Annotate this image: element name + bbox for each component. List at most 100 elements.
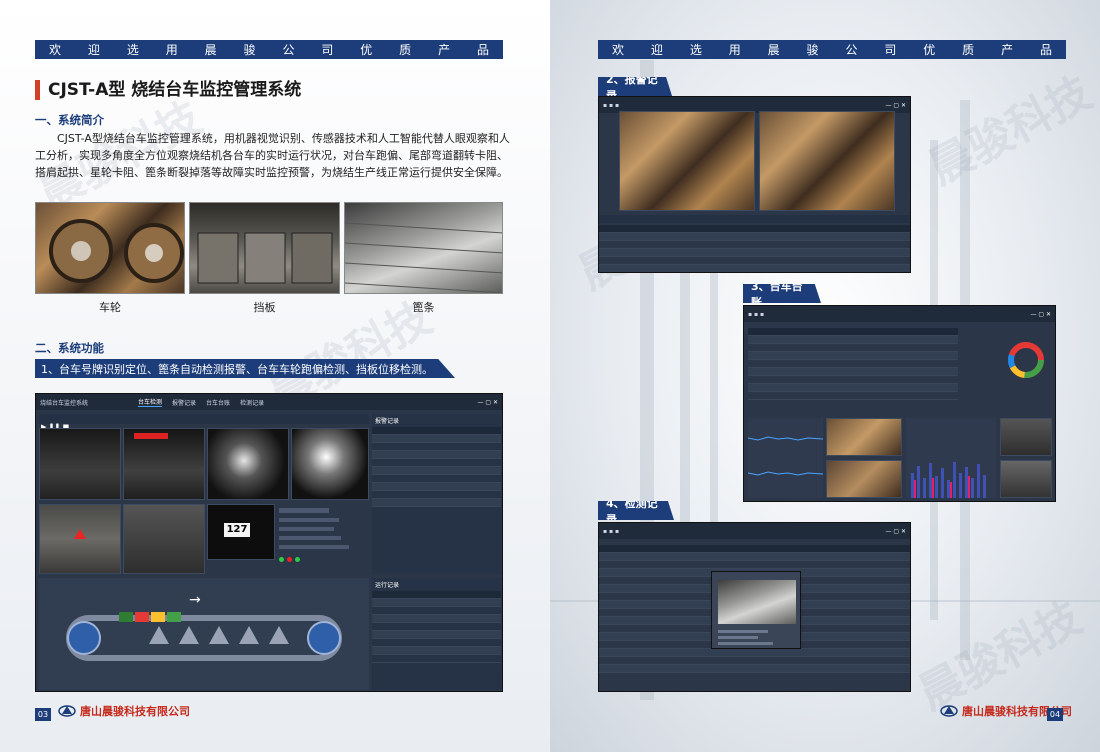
table-row[interactable] bbox=[372, 639, 501, 647]
camera-feed[interactable] bbox=[207, 428, 289, 500]
table-row[interactable] bbox=[748, 376, 958, 384]
app-title: 烧结台车监控系统 bbox=[40, 399, 89, 407]
function-bar: 1、台车号牌识别定位、篦条自动检测报警、台车车轮跑偏检测、挡板位移检测。 bbox=[35, 359, 455, 378]
logo-icon bbox=[940, 705, 958, 717]
camera-feed[interactable] bbox=[123, 428, 205, 500]
table-row[interactable] bbox=[372, 607, 501, 615]
ledger-image[interactable] bbox=[826, 418, 902, 456]
table-row[interactable] bbox=[599, 249, 910, 257]
alarm-image-left[interactable] bbox=[619, 111, 755, 211]
table-row[interactable] bbox=[748, 392, 958, 400]
section-heading-intro: 一、系统简介 bbox=[35, 113, 104, 127]
right-page: 晨骏科技 晨骏科技 晨骏科技 欢迎选 用晨骏 公司优 质产品 2、报警记录 ▪ … bbox=[550, 0, 1100, 752]
alarm-records-window: ▪ ▪ ▪ — ▢ ✕ bbox=[598, 96, 911, 273]
table-row[interactable] bbox=[748, 368, 958, 376]
camera-feed[interactable] bbox=[39, 504, 121, 574]
table-row[interactable] bbox=[372, 599, 501, 607]
table-row[interactable] bbox=[748, 360, 958, 368]
table-row[interactable] bbox=[599, 657, 910, 665]
camera-feed[interactable] bbox=[123, 504, 205, 574]
photo-baffle bbox=[189, 202, 340, 294]
table-row[interactable] bbox=[372, 655, 501, 663]
popup-image bbox=[718, 580, 796, 624]
filter-bar[interactable] bbox=[599, 215, 910, 223]
section-heading-functions: 二、系统功能 bbox=[35, 341, 104, 355]
table-row[interactable] bbox=[372, 475, 501, 483]
donut-chart bbox=[1008, 342, 1044, 378]
company-logo: 唐山晨骏科技有限公司 bbox=[58, 703, 190, 719]
tab-ledger[interactable]: 台车台账 bbox=[206, 398, 230, 407]
run-panel-title: 运行记录 bbox=[375, 582, 400, 589]
trolley-ledger-window: ▪ ▪ ▪ — ▢ ✕ bbox=[743, 305, 1056, 502]
app-title-bar: 烧结台车监控系统 台车检测 报警记录 台车台账 检测记录 — ▢ ✕ bbox=[36, 394, 502, 410]
caption-grate-bar: 篦条 bbox=[412, 301, 435, 314]
table-row[interactable] bbox=[748, 384, 958, 392]
table-row[interactable] bbox=[372, 499, 501, 507]
bar-chart bbox=[906, 418, 996, 498]
table-row[interactable] bbox=[599, 241, 910, 249]
table-row[interactable] bbox=[599, 561, 910, 569]
table-row[interactable] bbox=[599, 257, 910, 265]
left-page: 晨骏科技 晨骏科技 欢迎选 用晨骏 公司优 质产品 CJST-A型 烧结台车监控… bbox=[0, 0, 550, 752]
window-title-bar: ▪ ▪ ▪ — ▢ ✕ bbox=[744, 306, 1055, 322]
camera-feed[interactable] bbox=[39, 428, 121, 500]
alarm-panel-title: 报警记录 bbox=[375, 418, 400, 425]
logo-icon bbox=[58, 705, 76, 717]
top-banner: 欢迎选 用晨骏 公司优 质产品 bbox=[35, 40, 503, 59]
table-row[interactable] bbox=[372, 467, 501, 475]
alarm-image-right[interactable] bbox=[759, 111, 895, 211]
label-detection-records: 4、检测记录 bbox=[598, 501, 674, 520]
ledger-image[interactable] bbox=[826, 460, 902, 498]
window-title-bar: ▪ ▪ ▪ — ▢ ✕ bbox=[599, 523, 910, 539]
alarm-panel: 报警记录 bbox=[372, 414, 501, 574]
table-row[interactable] bbox=[372, 491, 501, 499]
table-row[interactable] bbox=[372, 615, 501, 623]
page-number: 03 bbox=[35, 708, 51, 721]
photo-grate-bar bbox=[344, 202, 503, 294]
label-alarm-records: 2、报警记录 bbox=[598, 77, 672, 96]
detection-records-window: ▪ ▪ ▪ — ▢ ✕ bbox=[598, 522, 911, 692]
page-title: CJST-A型 烧结台车监控管理系统 bbox=[35, 80, 301, 100]
monitoring-app-window: 烧结台车监控系统 台车检测 报警记录 台车台账 检测记录 — ▢ ✕ ▶ ❚❚ … bbox=[35, 393, 503, 692]
window-controls[interactable]: — ▢ ✕ bbox=[477, 399, 498, 406]
table-row[interactable] bbox=[599, 665, 910, 673]
page-number: 04 bbox=[1047, 708, 1063, 721]
table-row[interactable] bbox=[748, 344, 958, 352]
info-panel bbox=[279, 504, 369, 574]
plate-camera: 127 bbox=[207, 504, 275, 560]
table-row[interactable] bbox=[599, 553, 910, 561]
toolbar: ▶ ❚❚ ■ bbox=[39, 414, 369, 431]
table-row[interactable] bbox=[372, 483, 501, 491]
table-row[interactable] bbox=[372, 435, 501, 443]
tab-records[interactable]: 检测记录 bbox=[240, 398, 264, 407]
table-row[interactable] bbox=[372, 443, 501, 451]
plate-number: 127 bbox=[224, 523, 250, 537]
ledger-camera[interactable] bbox=[1000, 418, 1052, 456]
table-row[interactable] bbox=[748, 336, 958, 344]
direction-arrow: → bbox=[189, 592, 201, 608]
ledger-camera[interactable] bbox=[1000, 460, 1052, 498]
detail-popup[interactable] bbox=[711, 571, 801, 649]
tab-alarm[interactable]: 报警记录 bbox=[172, 398, 196, 407]
table-row[interactable] bbox=[748, 352, 958, 360]
company-name: 唐山晨骏科技有限公司 bbox=[80, 705, 190, 718]
conveyor-diagram: → bbox=[39, 578, 369, 690]
table-row[interactable] bbox=[372, 631, 501, 639]
table-row[interactable] bbox=[372, 459, 501, 467]
table-row[interactable] bbox=[599, 265, 910, 272]
camera-feed[interactable] bbox=[291, 428, 369, 500]
table-row[interactable] bbox=[372, 451, 501, 459]
tab-detect[interactable]: 台车检测 bbox=[138, 397, 163, 407]
label-trolley-ledger: 3、台车台账 bbox=[743, 284, 821, 303]
caption-wheel: 车轮 bbox=[99, 301, 121, 314]
table-row[interactable] bbox=[599, 233, 910, 241]
photo-wheel bbox=[35, 202, 185, 294]
caption-baffle: 挡板 bbox=[253, 301, 276, 314]
line-chart-left bbox=[748, 418, 823, 498]
table-row[interactable] bbox=[372, 647, 501, 655]
table-row[interactable] bbox=[372, 623, 501, 631]
top-banner: 欢迎选 用晨骏 公司优 质产品 bbox=[598, 40, 1066, 59]
run-records-panel: 运行记录 bbox=[372, 578, 501, 690]
intro-paragraph: CJST-A型烧结台车监控管理系统，用机器视觉识别、传感器技术和人工智能代替人眼… bbox=[35, 132, 510, 179]
table-row[interactable] bbox=[599, 649, 910, 657]
